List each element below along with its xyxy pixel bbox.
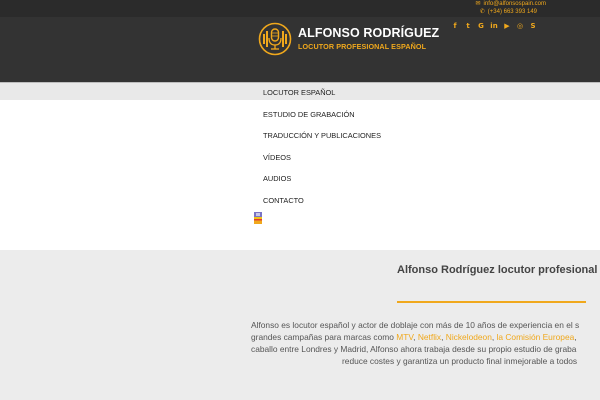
nav-item-estudio-grabacion[interactable]: ESTUDIO DE GRABACIÓN: [263, 110, 355, 120]
site-logo[interactable]: ALFONSO RODRÍGUEZ LOCUTOR PROFESIONAL ES…: [258, 22, 439, 58]
contact-phone[interactable]: ✆ (+34) 663 393 149: [480, 8, 537, 16]
contact-email[interactable]: ✉ info@alfonsospain.com: [476, 0, 547, 8]
phone-icon: ✆: [479, 9, 485, 15]
intro-line-1: Alfonso es locutor español y actor de do…: [251, 320, 580, 330]
spain-flag-icon[interactable]: [254, 212, 262, 224]
linkedin-icon[interactable]: in: [489, 21, 499, 31]
nav-item-locutor-espanol[interactable]: LOCUTOR ESPAÑOL: [263, 88, 335, 98]
skype-icon[interactable]: S: [528, 21, 538, 31]
instagram-icon[interactable]: ◎: [515, 21, 525, 31]
logo-title: ALFONSO RODRÍGUEZ: [298, 26, 440, 40]
twitter-icon[interactable]: t: [463, 21, 473, 31]
youtube-icon[interactable]: ▶: [502, 21, 512, 31]
intro-line-3: caballo entre Londres y Madrid, Alfonso …: [251, 344, 577, 354]
site-header: f t G in ▶ ◎ S ALFONSO RODRÍGUEZ LOCUTOR…: [0, 17, 600, 82]
top-contact-bar: ✉ info@alfonsospain.com ✆ (+34) 663 393 14…: [0, 0, 600, 17]
intro-line-2: grandes campañas para marcas como MTV, N…: [251, 331, 577, 343]
contact-email-text[interactable]: info@alfonsospain.com: [484, 1, 546, 7]
nav-item-audios[interactable]: AUDIOS: [263, 174, 291, 184]
facebook-icon[interactable]: f: [450, 21, 460, 31]
nav-menu-panel: [0, 100, 600, 250]
link-comision-europea[interactable]: la Comisión Europea: [497, 332, 575, 342]
envelope-icon: ✉: [475, 1, 481, 7]
page-heading: Alfonso Rodríguez locutor profesional es…: [397, 264, 600, 276]
logo-subtitle: LOCUTOR PROFESIONAL ESPAÑOL: [298, 42, 427, 51]
microphone-logo-icon: [258, 22, 292, 56]
nav-item-videos[interactable]: VÍDEOS: [263, 153, 291, 163]
intro-line-2-text: grandes campañas para marcas como: [251, 332, 397, 342]
link-mtv[interactable]: MTV: [396, 332, 413, 342]
nav-item-contacto[interactable]: CONTACTO: [263, 196, 304, 206]
contact-phone-text[interactable]: (+34) 663 393 149: [488, 9, 537, 15]
google-icon[interactable]: G: [476, 21, 486, 31]
intro-line-4: reduce costes y garantiza un producto fi…: [342, 356, 578, 366]
social-links: f t G in ▶ ◎ S: [450, 21, 538, 31]
separator: ,: [574, 332, 577, 342]
link-netflix[interactable]: Netflix: [418, 332, 441, 342]
link-nickelodeon[interactable]: Nickelodeon: [446, 332, 492, 342]
nav-item-traduccion[interactable]: TRADUCCIÓN Y PUBLICACIONES: [263, 131, 381, 141]
heading-accent-line: [397, 301, 586, 303]
